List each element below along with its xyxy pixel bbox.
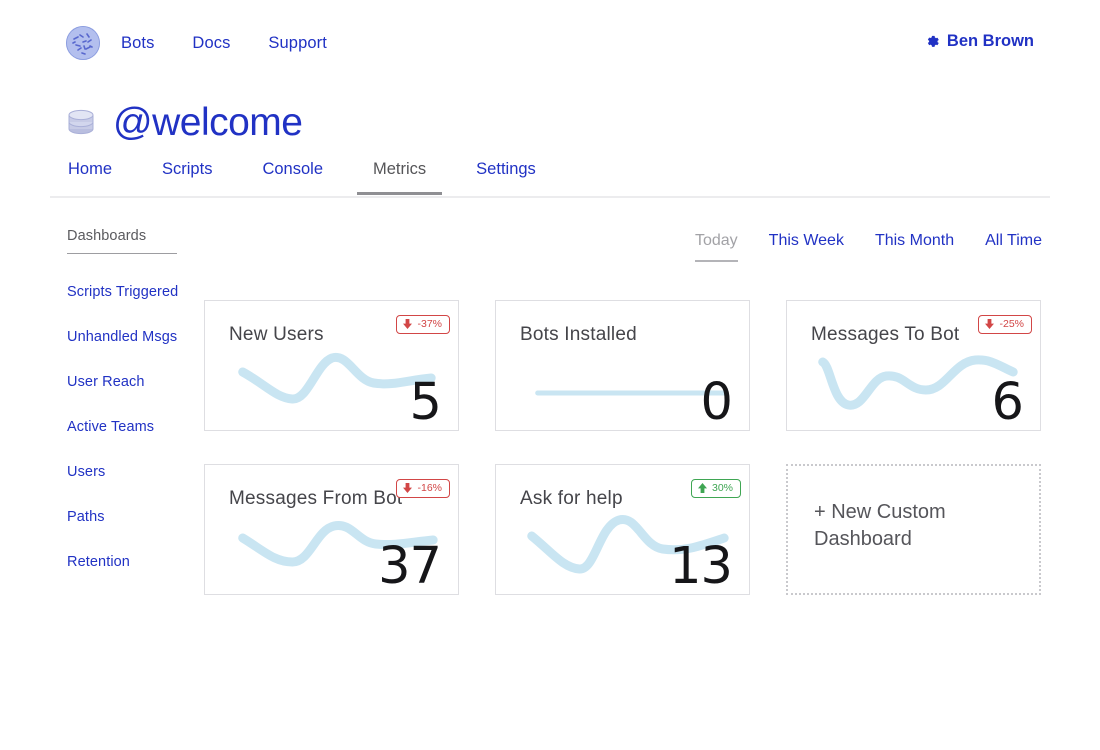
range-this-month[interactable]: This Month — [875, 232, 954, 262]
nav-link-docs[interactable]: Docs — [192, 34, 230, 53]
time-range-filter: Today This Week This Month All Time — [664, 232, 1042, 262]
sidebar-item-unhandled-msgs[interactable]: Unhandled Msgs — [67, 329, 202, 345]
card-title: Ask for help — [520, 488, 623, 509]
top-nav-links: Bots Docs Support — [66, 26, 327, 60]
badge-text: 30% — [711, 482, 733, 494]
user-menu[interactable]: Ben Brown — [925, 32, 1034, 51]
arrow-down-icon — [403, 483, 413, 494]
add-custom-dashboard-button[interactable]: + New Custom Dashboard — [786, 464, 1041, 595]
metric-card-messages-from-bot[interactable]: Messages From Bot -16% 37 — [204, 464, 459, 595]
card-value: 5 — [409, 373, 442, 431]
page-title: @welcome — [113, 101, 303, 144]
nav-link-bots[interactable]: Bots — [121, 34, 154, 53]
tab-home[interactable]: Home — [66, 160, 128, 195]
card-value: 0 — [700, 373, 733, 431]
tab-metrics[interactable]: Metrics — [357, 160, 443, 195]
bot-logo-icon[interactable] — [66, 26, 100, 60]
card-value: 13 — [669, 537, 733, 595]
sidebar-item-retention[interactable]: Retention — [67, 554, 202, 570]
database-icon — [66, 107, 96, 139]
status-badge: -37% — [396, 315, 450, 334]
range-all-time[interactable]: All Time — [985, 232, 1042, 262]
sidebar-item-scripts-triggered[interactable]: Scripts Triggered — [67, 284, 202, 300]
status-badge: -16% — [396, 479, 450, 498]
sidebar-item-user-reach[interactable]: User Reach — [67, 374, 202, 390]
tab-divider — [50, 196, 1050, 198]
sidebar-header: Dashboards — [67, 228, 177, 254]
dashboard-card-grid: New Users -37% 5 Bots Installed 0 Messag… — [204, 300, 1042, 595]
top-navigation-bar: Bots Docs Support Ben Brown — [0, 0, 1100, 84]
arrow-down-icon — [403, 319, 413, 330]
metric-card-new-users[interactable]: New Users -37% 5 — [204, 300, 459, 431]
gear-icon — [925, 34, 940, 49]
sidebar-item-users[interactable]: Users — [67, 464, 202, 480]
range-today[interactable]: Today — [694, 232, 738, 262]
card-title: Messages To Bot — [811, 324, 960, 345]
sidebar-item-paths[interactable]: Paths — [67, 509, 202, 525]
status-badge: -25% — [978, 315, 1032, 334]
arrow-down-icon — [985, 319, 995, 330]
sidebar-item-active-teams[interactable]: Active Teams — [67, 419, 202, 435]
range-this-week[interactable]: This Week — [769, 232, 844, 262]
badge-text: -16% — [417, 482, 442, 494]
nav-link-support[interactable]: Support — [268, 34, 327, 53]
tab-console[interactable]: Console — [246, 160, 339, 195]
metric-card-ask-for-help[interactable]: Ask for help 30% 13 — [495, 464, 750, 595]
card-title: Bots Installed — [520, 324, 637, 345]
card-title: New Users — [229, 324, 324, 345]
bot-tabs: Home Scripts Console Metrics Settings — [66, 160, 570, 195]
user-name: Ben Brown — [946, 32, 1034, 50]
card-title: Messages From Bot — [229, 488, 403, 509]
page-header: @welcome — [66, 101, 303, 144]
tab-settings[interactable]: Settings — [460, 160, 552, 195]
tab-scripts[interactable]: Scripts — [146, 160, 228, 195]
metrics-sidebar: Dashboards Scripts Triggered Unhandled M… — [67, 228, 202, 570]
add-dashboard-label: + New Custom Dashboard — [814, 500, 946, 550]
metric-card-messages-to-bot[interactable]: Messages To Bot -25% 6 — [786, 300, 1041, 431]
metric-card-bots-installed[interactable]: Bots Installed 0 — [495, 300, 750, 431]
card-value: 37 — [378, 537, 442, 595]
card-value: 6 — [991, 373, 1024, 431]
badge-text: -25% — [999, 318, 1024, 330]
badge-text: -37% — [417, 318, 442, 330]
arrow-up-icon — [697, 483, 707, 494]
status-badge: 30% — [690, 479, 741, 498]
